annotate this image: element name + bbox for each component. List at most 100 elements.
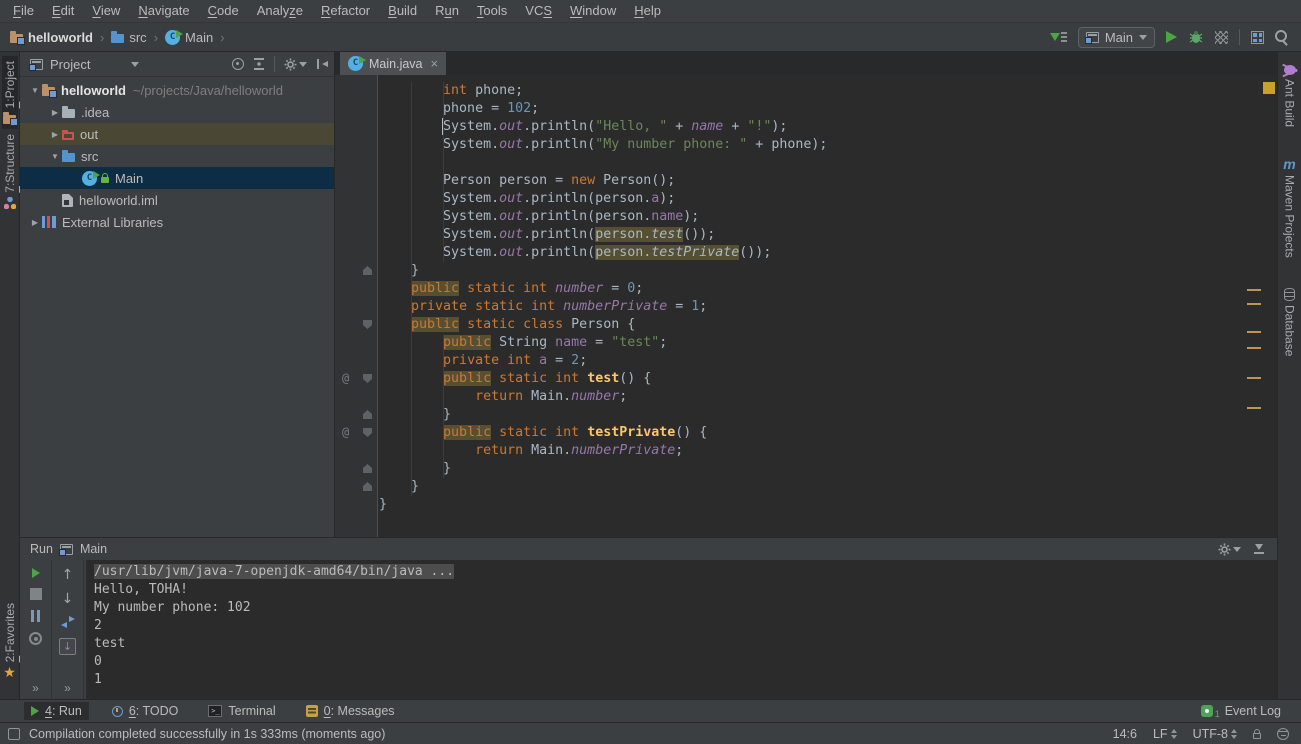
inspections-profile-icon[interactable] (1277, 728, 1289, 740)
annotation-at-icon[interactable]: @ (342, 371, 349, 385)
settings-gear-button[interactable] (284, 58, 307, 71)
tree-row-idea[interactable]: ▶.idea (20, 101, 334, 123)
code-line-8[interactable]: System.out.println(person.name); (379, 208, 1257, 226)
breadcrumb-src[interactable]: src (109, 30, 148, 45)
tree-row-helloworld[interactable]: ▼helloworld~/projects/Java/helloworld (20, 79, 334, 101)
console-output[interactable]: /usr/lib/jvm/java-7-openjdk-amd64/bin/ja… (86, 560, 1277, 699)
fold-end-icon[interactable] (363, 464, 372, 473)
restore-layout-button[interactable] (61, 616, 75, 628)
run-with-coverage-button[interactable] (1215, 31, 1228, 44)
more-actions-chevron[interactable]: » (64, 681, 71, 695)
code-line-21[interactable]: return Main.numberPrivate; (379, 442, 1257, 460)
console-line[interactable]: /usr/lib/jvm/java-7-openjdk-amd64/bin/ja… (94, 563, 1277, 581)
tool-button-structure[interactable]: 7:Structure (2, 129, 18, 214)
down-stack-trace-button[interactable]: ↓ (62, 592, 74, 606)
code-line-18[interactable]: return Main.number; (379, 388, 1257, 406)
code-line-19[interactable]: } (379, 406, 1257, 424)
collapse-all-icon[interactable] (253, 58, 265, 70)
fold-end-icon[interactable] (363, 410, 372, 419)
code-line-15[interactable]: public String name = "test"; (379, 334, 1257, 352)
error-stripe-mark[interactable] (1247, 347, 1261, 349)
tool-button-maven-projects[interactable]: mMaven Projects (1282, 152, 1298, 263)
code-line-20[interactable]: public static int testPrivate() { (379, 424, 1257, 442)
fold-end-icon[interactable] (363, 482, 372, 491)
tree-row-helloworld-iml[interactable]: helloworld.iml (20, 189, 334, 211)
menu-help[interactable]: Help (625, 0, 670, 22)
more-actions-chevron[interactable]: » (32, 681, 39, 695)
chevron-down-icon[interactable] (131, 62, 139, 67)
breadcrumb-main[interactable]: CMain (163, 30, 215, 45)
code-line-16[interactable]: private int a = 2; (379, 352, 1257, 370)
run-settings-gear-button[interactable] (1218, 543, 1241, 556)
error-stripe-mark[interactable] (1247, 407, 1261, 409)
tool-button-messages[interactable]: 0: Messages (299, 702, 402, 720)
code-line-4[interactable]: System.out.println("My number phone: " +… (379, 136, 1257, 154)
tool-button-project[interactable]: 1:Project (2, 56, 18, 129)
expander-closed-icon[interactable]: ▶ (28, 218, 42, 227)
vcs-update-icon[interactable] (1050, 30, 1067, 44)
code-line-22[interactable]: } (379, 460, 1257, 478)
breadcrumb-helloworld[interactable]: helloworld (8, 30, 95, 45)
code-line-14[interactable]: public static class Person { (379, 316, 1257, 334)
console-line[interactable]: test (94, 635, 1277, 653)
console-line[interactable]: 1 (94, 671, 1277, 689)
code-line-3[interactable]: System.out.println("Hello, " + name + "!… (379, 118, 1257, 136)
tool-button-run[interactable]: 4: Run (24, 702, 89, 720)
pause-output-button[interactable] (31, 610, 40, 622)
up-stack-trace-button[interactable]: ↑ (62, 568, 74, 582)
tree-row-external-libraries[interactable]: ▶External Libraries (20, 211, 334, 233)
console-line[interactable]: 0 (94, 653, 1277, 671)
fold-start-icon[interactable] (363, 320, 372, 329)
menu-window[interactable]: Window (561, 0, 625, 22)
console-line[interactable]: Hello, TOHA! (94, 581, 1277, 599)
search-everywhere-icon[interactable] (1275, 30, 1289, 44)
code-line-6[interactable]: Person person = new Person(); (379, 172, 1257, 190)
stop-button[interactable] (30, 588, 42, 600)
unlock-icon[interactable] (1253, 733, 1261, 739)
code-line-13[interactable]: private static int numberPrivate = 1; (379, 298, 1257, 316)
locate-file-icon[interactable] (232, 58, 244, 70)
error-stripe-mark[interactable] (1247, 331, 1261, 333)
hide-panel-icon[interactable] (316, 58, 328, 70)
console-line[interactable]: My number phone: 102 (94, 599, 1277, 617)
inspection-indicator[interactable] (1263, 82, 1275, 94)
tool-button-todo[interactable]: 6: TODO (105, 702, 186, 720)
run-button[interactable] (1166, 31, 1177, 43)
fold-start-icon[interactable] (363, 374, 372, 383)
thread-dump-button[interactable] (29, 632, 42, 645)
code-line-12[interactable]: public static int number = 0; (379, 280, 1257, 298)
tool-button-favorites[interactable]: 2:Favorites★ (2, 598, 18, 685)
event-log-button[interactable]: 1 Event Log (1201, 703, 1281, 719)
error-stripe-mark[interactable] (1247, 377, 1261, 379)
debug-button[interactable] (1188, 30, 1204, 44)
code-line-23[interactable]: } (379, 478, 1257, 496)
code-line-9[interactable]: System.out.println(person.test()); (379, 226, 1257, 244)
editor-body[interactable]: @ @ int phone; phone = 102; System.out.pr… (335, 75, 1277, 537)
menu-view[interactable]: View (83, 0, 129, 22)
tool-button-database[interactable]: Database (1282, 283, 1298, 361)
project-panel-title[interactable]: Project (50, 57, 90, 72)
code-line-10[interactable]: System.out.println(person.testPrivate())… (379, 244, 1257, 262)
tool-button-ant-build[interactable]: Ant Build (1282, 60, 1298, 132)
code-line-24[interactable]: } (379, 496, 1257, 514)
annotation-at-icon[interactable]: @ (342, 425, 349, 439)
console-line[interactable]: 2 (94, 617, 1277, 635)
code-line-5[interactable] (379, 154, 1257, 172)
encoding-widget[interactable]: UTF-8 (1193, 727, 1237, 741)
rerun-button[interactable] (32, 568, 40, 578)
error-stripe-mark[interactable] (1247, 289, 1261, 291)
menu-refactor[interactable]: Refactor (312, 0, 379, 22)
code-line-7[interactable]: System.out.println(person.a); (379, 190, 1257, 208)
code-line-17[interactable]: public static int test() { (379, 370, 1257, 388)
expander-closed-icon[interactable]: ▶ (48, 130, 62, 139)
menu-run[interactable]: Run (426, 0, 468, 22)
menu-code[interactable]: Code (199, 0, 248, 22)
menu-tools[interactable]: Tools (468, 0, 516, 22)
code-line-1[interactable]: int phone; (379, 82, 1257, 100)
menu-analyze[interactable]: Analyze (248, 0, 312, 22)
tool-button-terminal[interactable]: >_Terminal (201, 702, 282, 720)
tree-row-src[interactable]: ▼src (20, 145, 334, 167)
fold-start-icon[interactable] (363, 428, 372, 437)
code-line-2[interactable]: phone = 102; (379, 100, 1257, 118)
project-structure-button[interactable] (1251, 31, 1264, 44)
